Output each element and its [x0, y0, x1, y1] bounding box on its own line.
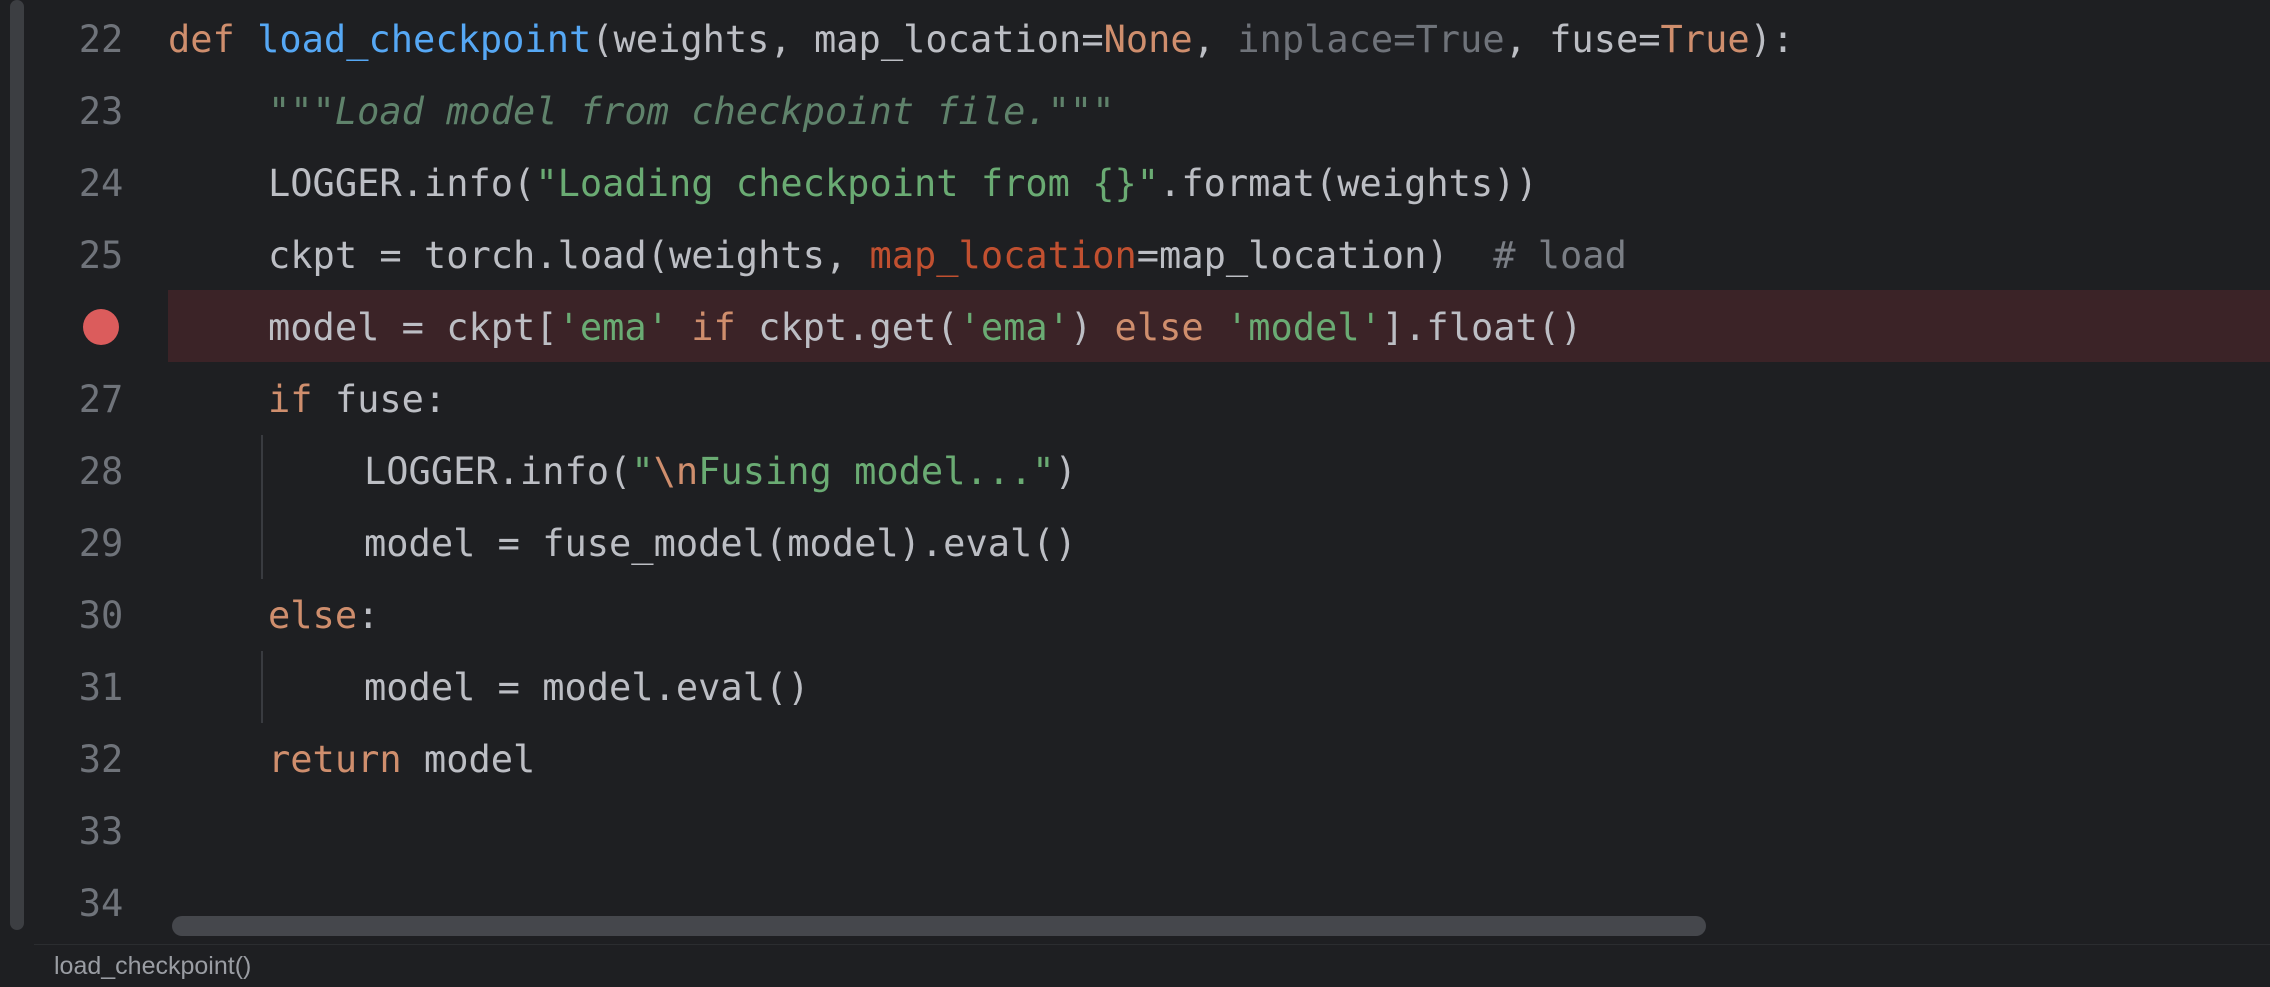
breakpoint-marker[interactable] — [34, 291, 168, 363]
line-number: 23 — [78, 89, 124, 133]
line-number: 34 — [78, 881, 124, 925]
code-token: None — [1103, 17, 1193, 61]
code-token: return — [268, 737, 402, 781]
code-token: 'ema' — [958, 305, 1070, 349]
code-token: """Load model from checkpoint file.""" — [268, 89, 1115, 133]
code-token: ) — [1054, 449, 1077, 493]
code-token: model = ckpt[ — [268, 305, 558, 349]
code-token: def — [168, 17, 258, 61]
status-bar: load_checkpoint() — [34, 944, 2270, 987]
line-number: 22 — [78, 17, 124, 61]
code-token: ): — [1749, 17, 1795, 61]
code-line-22[interactable]: def load_checkpoint (weights, map_locatio… — [168, 3, 2270, 75]
code-token: model = model.eval() — [364, 665, 810, 709]
line-number: 25 — [78, 233, 124, 277]
breakpoint-icon[interactable] — [83, 309, 119, 345]
code-token: load_checkpoint — [257, 17, 592, 61]
code-line-30[interactable]: else: — [168, 579, 2270, 651]
left-panel-strip — [0, 0, 34, 986]
code-token: fuse: — [312, 377, 447, 421]
code-token: : — [357, 593, 380, 637]
code-line-23[interactable]: """Load model from checkpoint file.""" — [168, 75, 2270, 147]
line-number: 27 — [78, 377, 124, 421]
breadcrumb[interactable]: load_checkpoint() — [34, 952, 251, 981]
line-number: 24 — [78, 161, 124, 205]
line-number: 31 — [78, 665, 124, 709]
code-line-28[interactable]: LOGGER.info(" \n Fusing model...") — [168, 435, 2270, 507]
code-token: True — [1660, 17, 1750, 61]
line-number: 30 — [78, 593, 124, 637]
code-token: \n — [653, 449, 699, 493]
code-token: .format(weights)) — [1159, 161, 1538, 205]
line-number: 32 — [78, 737, 124, 781]
code-token: ckpt.get( — [735, 305, 959, 349]
code-token: , — [1192, 17, 1238, 61]
horizontal-scrollbar-thumb[interactable] — [172, 916, 1706, 936]
code-line-29[interactable]: model = fuse_model(model).eval() — [168, 507, 2270, 579]
code-token: , fuse= — [1504, 17, 1661, 61]
code-token: ) — [1069, 305, 1115, 349]
code-token: else — [268, 593, 358, 637]
code-token: if — [268, 377, 313, 421]
code-token: 'model' — [1225, 305, 1382, 349]
code-token: =map_location) — [1136, 233, 1494, 277]
code-token: inplace=True — [1237, 17, 1505, 61]
code-token: (weights, map_location= — [591, 17, 1104, 61]
code-token: Fusing model..." — [698, 449, 1055, 493]
code-token: "Loading checkpoint from {}" — [535, 161, 1160, 205]
code-token: if — [691, 305, 736, 349]
code-token: ckpt = torch.load(weights, — [268, 233, 870, 277]
vertical-scrollbar-thumb[interactable] — [10, 0, 24, 930]
code-line-32[interactable]: return model — [168, 723, 2270, 795]
code-token: ].float() — [1381, 305, 1583, 349]
code-token: " — [631, 449, 654, 493]
code-line-25[interactable]: ckpt = torch.load(weights, map_location =… — [168, 219, 2270, 291]
code-line-26[interactable]: model = ckpt['ema' if ckpt.get('ema') el… — [168, 291, 2270, 363]
code-token: # load — [1493, 233, 1627, 277]
code-line-27[interactable]: if fuse: — [168, 363, 2270, 435]
code-token: model — [401, 737, 536, 781]
code-token: else — [1114, 305, 1204, 349]
code-line-24[interactable]: LOGGER.info("Loading checkpoint from {}"… — [168, 147, 2270, 219]
code-token: model = fuse_model(model).eval() — [364, 521, 1077, 565]
code-line-31[interactable]: model = model.eval() — [168, 651, 2270, 723]
line-number: 29 — [78, 521, 124, 565]
line-number: 28 — [78, 449, 124, 493]
code-token: map_location — [869, 233, 1137, 277]
code-token: LOGGER.info( — [364, 449, 632, 493]
line-number: 33 — [78, 809, 124, 853]
code-token: 'ema' — [557, 305, 669, 349]
code-token: LOGGER.info( — [268, 161, 536, 205]
code-line-33[interactable] — [168, 795, 2270, 867]
